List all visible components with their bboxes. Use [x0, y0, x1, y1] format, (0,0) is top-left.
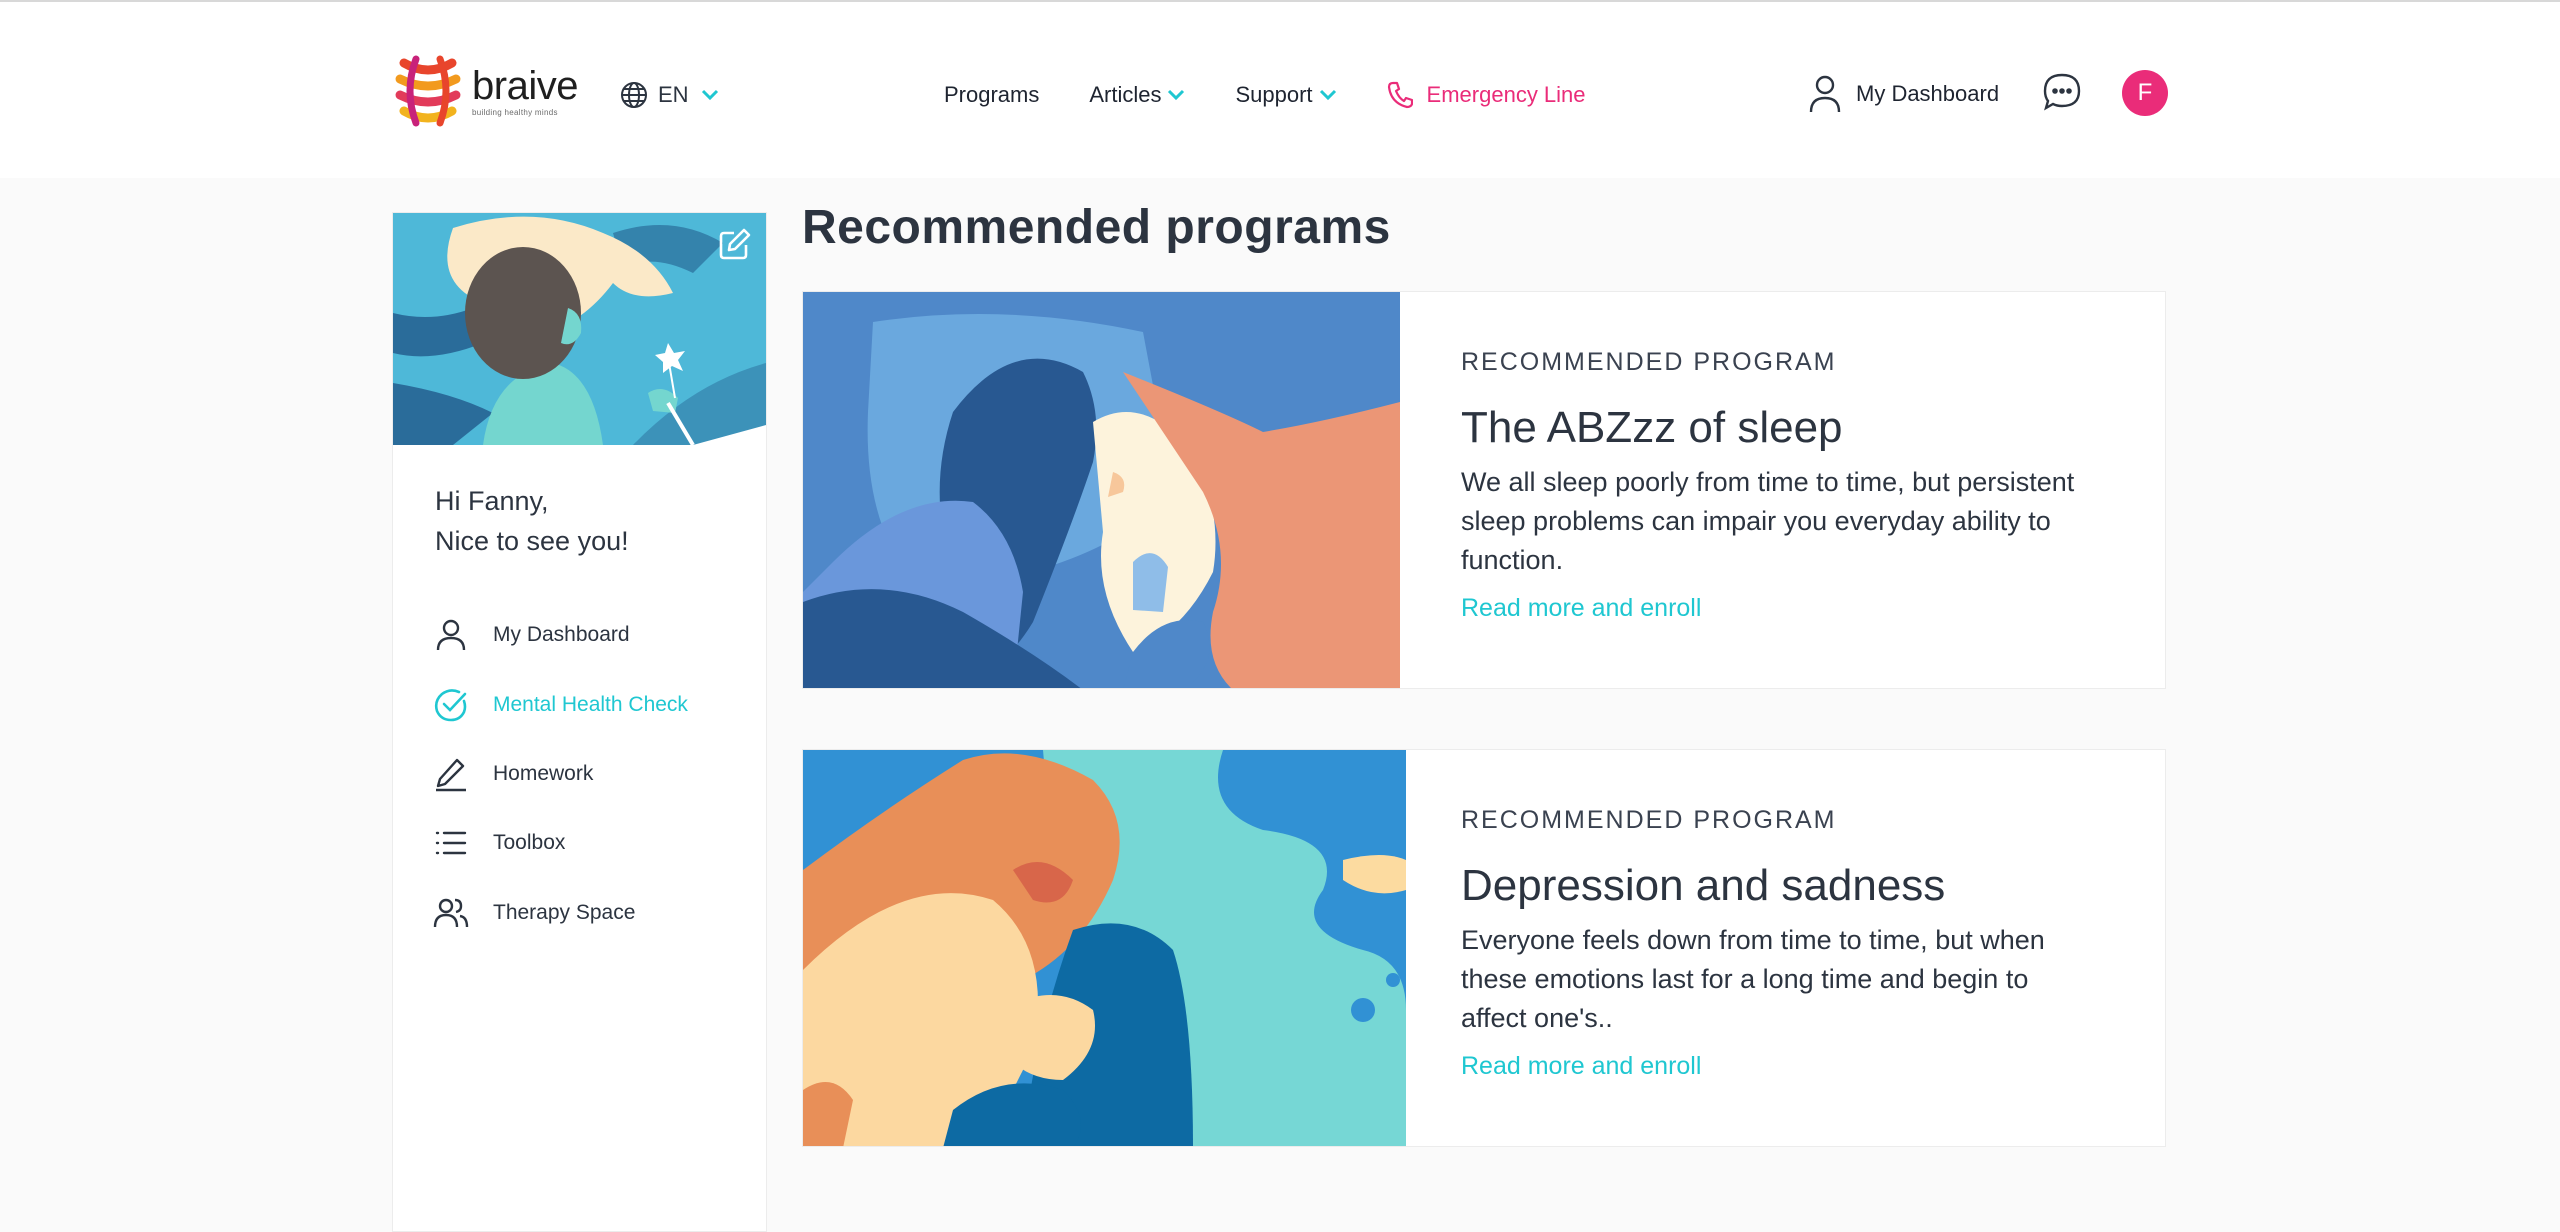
nav-programs[interactable]: Programs	[944, 82, 1039, 108]
greeting: Hi Fanny, Nice to see you!	[435, 481, 629, 561]
sidebar-item-label: Mental Health Check	[493, 693, 688, 716]
check-circle-icon	[434, 689, 467, 722]
nav-emergency-label: Emergency Line	[1426, 82, 1586, 107]
program-depression-illustration	[803, 750, 1406, 1146]
sidebar-item-label: Toolbox	[493, 831, 566, 854]
sidebar-item-my-dashboard[interactable]: My Dashboard	[433, 615, 630, 655]
main-nav: Programs Articles Support Emergency Line	[944, 78, 1636, 112]
chevron-down-icon	[701, 89, 718, 101]
program-card-body: RECOMMENDED PROGRAM Depression and sadne…	[1461, 806, 2101, 1081]
nav-emergency-line[interactable]: Emergency Line	[1387, 81, 1586, 109]
read-more-enroll-link[interactable]: Read more and enroll	[1461, 594, 1701, 623]
chevron-down-icon	[1168, 89, 1185, 101]
program-eyebrow: RECOMMENDED PROGRAM	[1461, 348, 1837, 376]
program-sleep-illustration	[803, 292, 1400, 688]
header-dashboard-link[interactable]: My Dashboard	[1808, 72, 1999, 116]
users-icon	[433, 898, 469, 928]
user-icon	[436, 619, 466, 651]
program-title: The ABZzz of sleep	[1461, 403, 1843, 452]
greeting-line-2: Nice to see you!	[435, 526, 629, 556]
globe-icon	[621, 82, 647, 108]
brand-name: braive	[472, 63, 578, 108]
sidebar-item-mental-health-check[interactable]: Mental Health Check	[433, 685, 688, 725]
program-eyebrow: RECOMMENDED PROGRAM	[1461, 806, 1837, 834]
program-card-depression[interactable]: RECOMMENDED PROGRAM Depression and sadne…	[802, 749, 2166, 1147]
nav-articles[interactable]: Articles	[1089, 82, 1185, 108]
brand-logo[interactable]: braive building healthy minds	[390, 52, 580, 130]
greeting-line-1: Hi Fanny,	[435, 486, 549, 516]
edit-profile-icon[interactable]	[718, 227, 752, 261]
program-card-body: RECOMMENDED PROGRAM The ABZzz of sleep W…	[1461, 348, 2101, 623]
nav-support[interactable]: Support	[1235, 82, 1336, 108]
program-description: We all sleep poorly from time to time, b…	[1461, 467, 2075, 575]
chevron-down-icon	[1319, 89, 1336, 101]
nav-support-label: Support	[1235, 82, 1313, 107]
user-icon	[1809, 75, 1841, 113]
sidebar-item-label: Therapy Space	[493, 901, 636, 924]
program-title: Depression and sadness	[1461, 861, 1946, 910]
program-description: Everyone feels down from time to time, b…	[1461, 925, 2045, 1033]
profile-banner-illustration	[393, 213, 766, 445]
sidebar-item-homework[interactable]: Homework	[433, 754, 593, 794]
page-title: Recommended programs	[802, 201, 1391, 254]
header-dashboard-label: My Dashboard	[1856, 81, 2000, 106]
sidebar-item-label: My Dashboard	[493, 623, 630, 646]
sidebar: Hi Fanny, Nice to see you! My Dashboard …	[392, 212, 767, 1232]
sidebar-item-therapy-space[interactable]: Therapy Space	[433, 893, 635, 933]
sidebar-item-toolbox[interactable]: Toolbox	[433, 823, 565, 863]
top-header: braive building healthy minds EN Program…	[0, 2, 2560, 178]
list-icon	[435, 831, 467, 855]
nav-programs-label: Programs	[944, 82, 1040, 107]
brand-tagline: building healthy minds	[472, 107, 558, 117]
pencil-icon	[436, 758, 466, 792]
nav-articles-label: Articles	[1089, 82, 1162, 107]
user-avatar[interactable]: F	[2122, 70, 2168, 116]
chat-icon[interactable]	[2042, 72, 2082, 112]
sidebar-item-label: Homework	[493, 762, 594, 785]
phone-icon	[1387, 81, 1413, 109]
program-card-sleep[interactable]: RECOMMENDED PROGRAM The ABZzz of sleep W…	[802, 291, 2166, 689]
read-more-enroll-link[interactable]: Read more and enroll	[1461, 1052, 1701, 1081]
language-label: EN	[658, 82, 689, 107]
brand-logo-icon	[395, 55, 461, 127]
language-selector[interactable]: EN	[620, 78, 719, 112]
